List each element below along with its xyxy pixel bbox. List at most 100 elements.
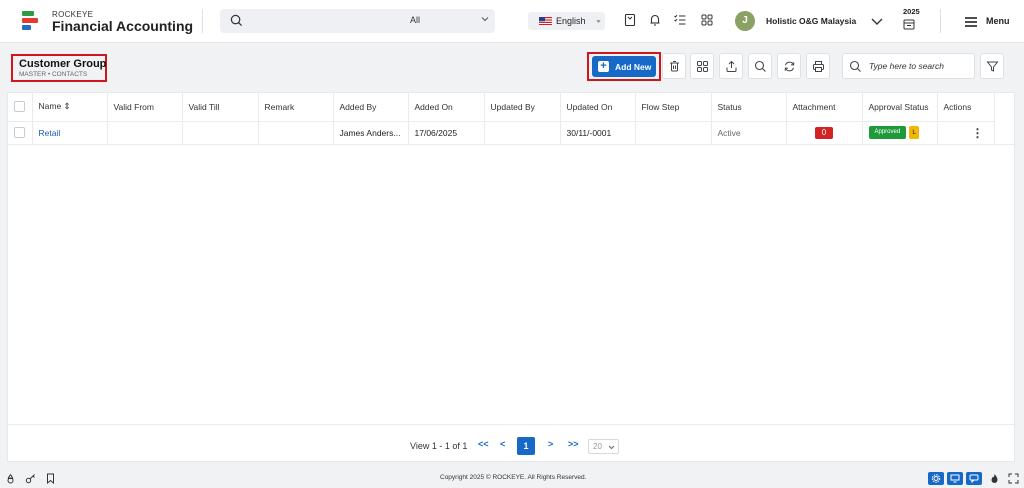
monitor-button[interactable] bbox=[947, 472, 963, 485]
prev-page-button[interactable]: < bbox=[500, 439, 505, 449]
row-checkbox-cell[interactable] bbox=[8, 121, 33, 145]
row-valid-till bbox=[182, 121, 259, 145]
top-navbar: ROCKEYE Financial Accounting All English… bbox=[0, 0, 1024, 43]
column-header-valid-from: Valid From bbox=[107, 93, 183, 122]
user-avatar[interactable]: J bbox=[735, 11, 755, 31]
approval-level-badge[interactable]: L bbox=[909, 126, 920, 139]
row-approval-cell: Approved L bbox=[862, 121, 938, 145]
print-button[interactable] bbox=[806, 53, 830, 79]
chevron-down-icon bbox=[608, 445, 615, 450]
row-remark bbox=[258, 121, 334, 145]
kebab-menu-icon[interactable]: ⋮ bbox=[972, 126, 984, 140]
column-header-valid-till: Valid Till bbox=[182, 93, 259, 122]
language-label: English bbox=[556, 16, 586, 26]
task-list-icon[interactable] bbox=[673, 13, 687, 27]
settings-button[interactable] bbox=[928, 472, 944, 485]
global-search[interactable]: All bbox=[220, 9, 495, 33]
breadcrumb: MASTER • CONTACTS bbox=[19, 71, 88, 78]
table-search[interactable] bbox=[842, 53, 975, 79]
select-all-checkbox-cell[interactable] bbox=[8, 93, 33, 122]
column-header-attachment: Attachment bbox=[786, 93, 863, 122]
next-page-button[interactable]: > bbox=[548, 439, 553, 449]
grid-view-button[interactable] bbox=[690, 53, 714, 79]
trash-icon bbox=[670, 61, 679, 72]
printer-icon bbox=[813, 61, 824, 72]
search-icon bbox=[230, 14, 243, 27]
divider bbox=[202, 9, 203, 33]
app-logo-icon bbox=[22, 11, 38, 30]
recycle-icon[interactable] bbox=[5, 473, 16, 484]
search-scope-select[interactable]: All bbox=[410, 15, 420, 25]
filter-button[interactable] bbox=[980, 53, 1004, 79]
copyright-text: Copyright 2025 © ROCKEYE. All Rights Res… bbox=[440, 474, 587, 481]
company-name[interactable]: Holistic O&G Malaysia bbox=[766, 16, 856, 26]
search-icon bbox=[754, 60, 766, 72]
column-header-actions: Actions bbox=[937, 93, 995, 122]
monitor-icon bbox=[950, 474, 960, 483]
filter-icon bbox=[986, 61, 999, 72]
column-header-added-on: Added On bbox=[408, 93, 485, 122]
customer-group-table: Name ⇕ Valid From Valid Till Remark Adde… bbox=[8, 93, 1014, 145]
main-menu-button[interactable]: Menu bbox=[962, 15, 1012, 29]
key-icon[interactable] bbox=[25, 473, 36, 484]
chat-button[interactable] bbox=[966, 472, 982, 485]
column-header-status: Status bbox=[711, 93, 787, 122]
attachment-count-badge[interactable]: 0 bbox=[815, 126, 833, 139]
upload-button[interactable] bbox=[719, 53, 743, 79]
fire-icon[interactable] bbox=[989, 473, 1000, 484]
page-size-value: 20 bbox=[593, 442, 602, 451]
refresh-button[interactable] bbox=[777, 53, 801, 79]
row-name-link[interactable]: Retail bbox=[32, 121, 108, 145]
column-header-remark: Remark bbox=[258, 93, 334, 122]
us-flag-icon bbox=[539, 17, 552, 25]
hamburger-icon bbox=[965, 17, 977, 27]
grid-icon bbox=[697, 61, 708, 72]
chat-icon bbox=[969, 474, 979, 483]
chevron-down-icon bbox=[596, 20, 601, 23]
menu-label: Menu bbox=[986, 16, 1010, 26]
search-icon bbox=[849, 60, 861, 72]
search-toggle-button[interactable] bbox=[748, 53, 772, 79]
table-row[interactable]: Retail James Anders... 17/06/2025 30/11/… bbox=[8, 121, 1014, 145]
chevron-down-icon[interactable] bbox=[870, 15, 884, 29]
last-page-button[interactable]: >> bbox=[568, 439, 579, 449]
add-new-button[interactable]: + Add New bbox=[592, 56, 656, 77]
fiscal-year-label: 2025 bbox=[903, 7, 920, 16]
app-title: Financial Accounting bbox=[52, 18, 194, 34]
table-search-input[interactable] bbox=[869, 59, 969, 73]
column-header-name[interactable]: Name ⇕ bbox=[32, 93, 108, 122]
first-page-button[interactable]: << bbox=[478, 439, 489, 449]
current-page-button[interactable]: 1 bbox=[517, 437, 535, 455]
delete-button[interactable] bbox=[662, 53, 686, 79]
row-valid-from bbox=[107, 121, 183, 145]
select-all-checkbox[interactable] bbox=[14, 101, 25, 113]
row-spacer bbox=[994, 121, 1014, 145]
language-select[interactable]: English bbox=[528, 12, 605, 30]
column-header-flow-step: Flow Step bbox=[635, 93, 712, 122]
row-actions-menu[interactable]: ⋮ bbox=[937, 121, 995, 145]
data-table-card: Name ⇕ Valid From Valid Till Remark Adde… bbox=[7, 92, 1015, 462]
fullscreen-icon[interactable] bbox=[1008, 473, 1019, 484]
page-size-select[interactable]: 20 bbox=[588, 439, 619, 454]
bell-icon[interactable] bbox=[648, 13, 662, 27]
upload-icon bbox=[726, 60, 737, 72]
row-updated-by bbox=[484, 121, 561, 145]
add-new-label: Add New bbox=[615, 62, 652, 72]
page-heading: Customer Group MASTER • CONTACTS bbox=[11, 54, 107, 82]
fiscal-year-selector[interactable]: 2025 bbox=[900, 7, 924, 35]
row-checkbox[interactable] bbox=[14, 127, 25, 139]
bookmark-icon[interactable] bbox=[623, 13, 637, 27]
footer: Copyright 2025 © ROCKEYE. All Rights Res… bbox=[0, 469, 1024, 488]
row-updated-on: 30/11/-0001 bbox=[560, 121, 636, 145]
row-added-by: James Anders... bbox=[333, 121, 409, 145]
row-added-on: 17/06/2025 bbox=[408, 121, 485, 145]
row-attachment-cell[interactable]: 0 bbox=[786, 121, 863, 145]
plus-icon: + bbox=[598, 61, 609, 72]
bookmark-icon[interactable] bbox=[45, 473, 56, 484]
approval-status-badge: Approved bbox=[868, 126, 907, 139]
pagination: View 1 - 1 of 1 << < 1 > >> 20 bbox=[8, 424, 1014, 462]
apps-grid-icon[interactable] bbox=[700, 13, 714, 27]
table-header-row: Name ⇕ Valid From Valid Till Remark Adde… bbox=[8, 93, 1014, 122]
column-header-added-by: Added By bbox=[333, 93, 409, 122]
refresh-icon bbox=[784, 61, 795, 72]
